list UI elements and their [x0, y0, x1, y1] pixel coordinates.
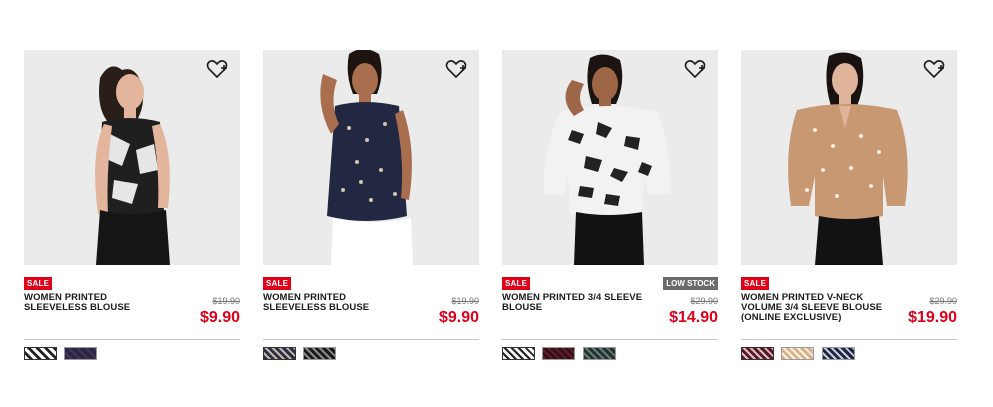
color-swatch[interactable]	[582, 347, 616, 360]
product-card[interactable]: SALE WOMEN PRINTED V-NECK VOLUME 3/4 SLE…	[740, 50, 957, 370]
sale-badge: SALE	[24, 277, 53, 290]
product-card[interactable]: SALE WOMEN PRINTED SLEEVELESS BLOUSE $19…	[23, 50, 240, 370]
color-swatch[interactable]	[303, 347, 337, 360]
sale-badge: SALE	[741, 277, 770, 290]
model-photo	[502, 50, 718, 265]
original-price: $29.90	[690, 296, 718, 306]
product-name[interactable]: WOMEN PRINTED 3/4 SLEEVE BLOUSE	[502, 293, 650, 313]
product-name[interactable]: WOMEN PRINTED V-NECK VOLUME 3/4 SLEEVE B…	[741, 293, 889, 323]
sale-price: $9.90	[438, 309, 479, 326]
color-swatch[interactable]	[64, 347, 98, 360]
color-swatch[interactable]	[781, 347, 815, 360]
product-image[interactable]	[741, 50, 957, 265]
product-image[interactable]	[263, 50, 479, 265]
divider	[741, 339, 957, 340]
color-swatch[interactable]	[821, 347, 855, 360]
product-name[interactable]: WOMEN PRINTED SLEEVELESS BLOUSE	[24, 293, 172, 313]
color-swatches	[262, 346, 339, 361]
color-swatches	[740, 346, 858, 361]
color-swatches	[23, 346, 100, 361]
color-swatch[interactable]	[740, 346, 775, 361]
heart-plus-icon[interactable]	[923, 59, 945, 79]
model-photo	[24, 50, 240, 265]
heart-plus-icon[interactable]	[684, 59, 706, 79]
divider	[502, 339, 718, 340]
product-image[interactable]	[502, 50, 718, 265]
divider	[263, 339, 479, 340]
color-swatch[interactable]	[542, 347, 576, 360]
color-swatch[interactable]	[23, 346, 58, 361]
model-photo	[741, 50, 957, 265]
product-image[interactable]	[24, 50, 240, 265]
color-swatch[interactable]	[501, 346, 536, 361]
product-card[interactable]: SALE LOW STOCK WOMEN PRINTED 3/4 SLEEVE …	[501, 50, 718, 370]
sale-price: $14.90	[669, 309, 718, 326]
product-grid: SALE WOMEN PRINTED SLEEVELESS BLOUSE $19…	[23, 50, 964, 370]
sale-price: $9.90	[199, 309, 240, 326]
divider	[24, 339, 240, 340]
original-price: $19.90	[451, 296, 479, 306]
product-card[interactable]: SALE WOMEN PRINTED SLEEVELESS BLOUSE $19…	[262, 50, 479, 370]
original-price: $19.90	[212, 296, 240, 306]
product-name[interactable]: WOMEN PRINTED SLEEVELESS BLOUSE	[263, 293, 411, 313]
sale-badge: SALE	[502, 277, 531, 290]
model-photo	[263, 50, 479, 265]
color-swatch[interactable]	[262, 346, 297, 361]
sale-price: $19.90	[908, 309, 957, 326]
heart-plus-icon[interactable]	[445, 59, 467, 79]
heart-plus-icon[interactable]	[206, 59, 228, 79]
color-swatches	[501, 346, 619, 361]
original-price: $29.90	[929, 296, 957, 306]
low-stock-badge: LOW STOCK	[663, 277, 718, 290]
sale-badge: SALE	[263, 277, 292, 290]
